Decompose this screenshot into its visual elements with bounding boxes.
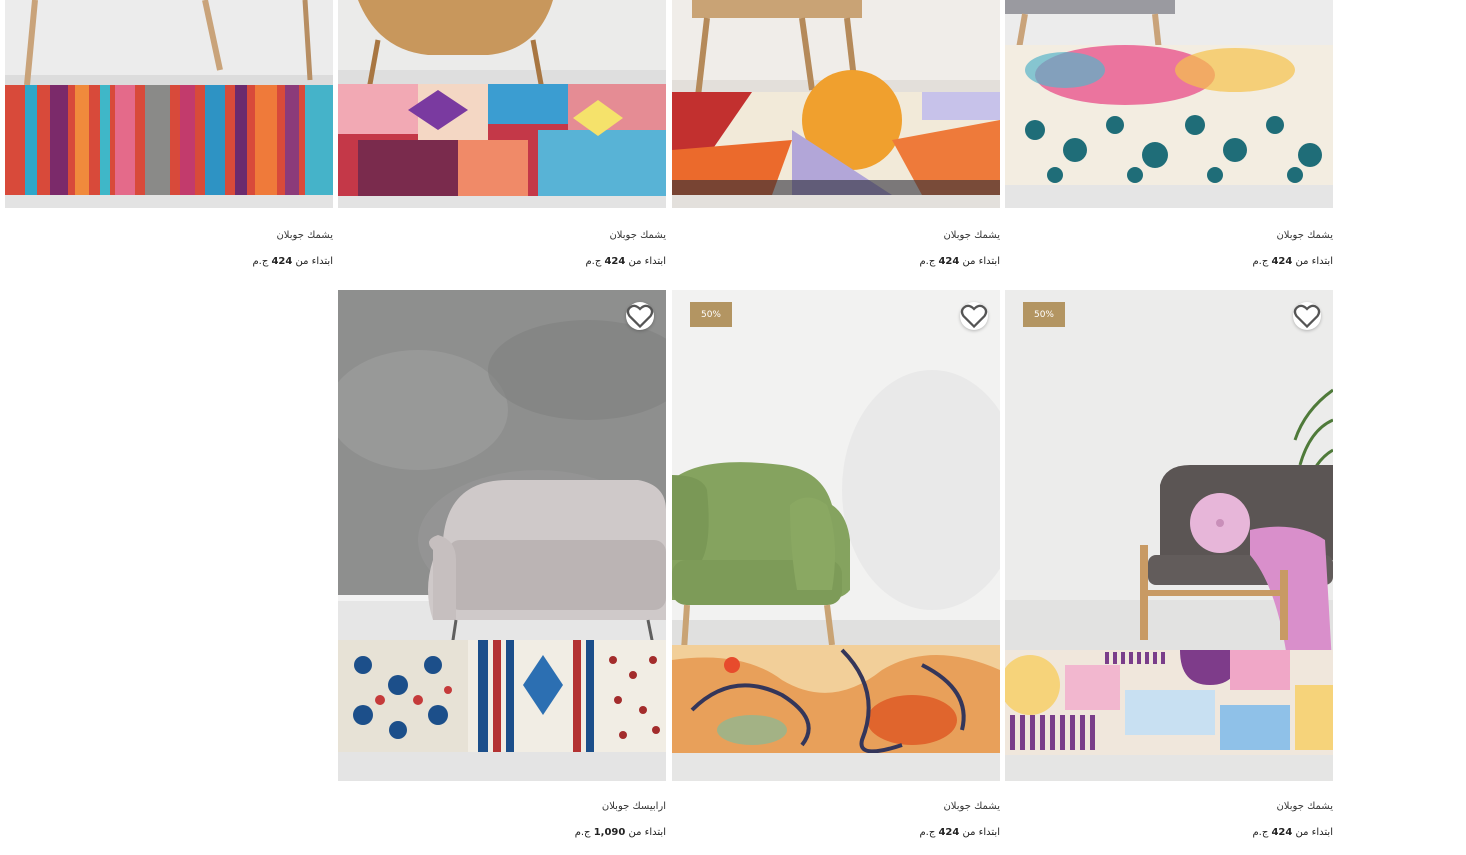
price-currency: ج.م xyxy=(574,827,591,838)
price-value: 424 xyxy=(1271,827,1293,838)
price-prefix: ابتداء من xyxy=(1295,256,1333,267)
product-image[interactable] xyxy=(5,0,333,208)
price-value: 424 xyxy=(604,256,626,267)
price-currency: ج.م xyxy=(585,256,602,267)
price-currency: ج.م xyxy=(919,256,936,267)
product-image[interactable]: 50% xyxy=(1005,290,1333,781)
product-title[interactable]: ارابيسك جوبلان xyxy=(602,801,666,812)
product-image[interactable] xyxy=(1005,0,1333,208)
product-image[interactable] xyxy=(672,0,1000,208)
product-price: ابتداء من 1,090 ج.م xyxy=(575,827,666,838)
product-title[interactable]: يشمك جوبلان xyxy=(276,230,333,241)
product-title[interactable]: يشمك جوبلان xyxy=(1276,230,1333,241)
price-currency: ج.م xyxy=(1252,827,1269,838)
product-title[interactable]: يشمك جوبلان xyxy=(1276,801,1333,812)
price-currency: ج.م xyxy=(1252,256,1269,267)
product-price: ابتداء من 424 ج.م xyxy=(919,827,1000,838)
product-title[interactable]: يشمك جوبلان xyxy=(943,801,1000,812)
product-image[interactable] xyxy=(338,0,666,208)
discount-badge: 50% xyxy=(1023,302,1065,327)
price-prefix: ابتداء من xyxy=(295,256,333,267)
heart-icon xyxy=(1293,304,1321,329)
price-value: 424 xyxy=(938,827,960,838)
product-price: ابتداء من 424 ج.م xyxy=(252,256,333,267)
price-currency: ج.م xyxy=(252,256,269,267)
product-image[interactable] xyxy=(338,290,666,781)
price-value: 1,090 xyxy=(593,827,626,838)
price-value: 424 xyxy=(938,256,960,267)
wishlist-button[interactable] xyxy=(960,302,988,330)
discount-badge: 50% xyxy=(690,302,732,327)
product-title[interactable]: يشمك جوبلان xyxy=(609,230,666,241)
price-prefix: ابتداء من xyxy=(628,256,666,267)
price-currency: ج.م xyxy=(919,827,936,838)
price-value: 424 xyxy=(1271,256,1293,267)
wishlist-button[interactable] xyxy=(626,302,654,330)
product-price: ابتداء من 424 ج.م xyxy=(585,256,666,267)
heart-icon xyxy=(626,304,654,329)
product-price: ابتداء من 424 ج.م xyxy=(1252,827,1333,838)
product-title[interactable]: يشمك جوبلان xyxy=(943,230,1000,241)
price-value: 424 xyxy=(271,256,293,267)
product-price: ابتداء من 424 ج.م xyxy=(919,256,1000,267)
price-prefix: ابتداء من xyxy=(962,256,1000,267)
heart-icon xyxy=(960,304,988,329)
product-price: ابتداء من 424 ج.م xyxy=(1252,256,1333,267)
price-prefix: ابتداء من xyxy=(628,827,666,838)
price-prefix: ابتداء من xyxy=(962,827,1000,838)
product-image[interactable]: 50% xyxy=(672,290,1000,781)
price-prefix: ابتداء من xyxy=(1295,827,1333,838)
wishlist-button[interactable] xyxy=(1293,302,1321,330)
